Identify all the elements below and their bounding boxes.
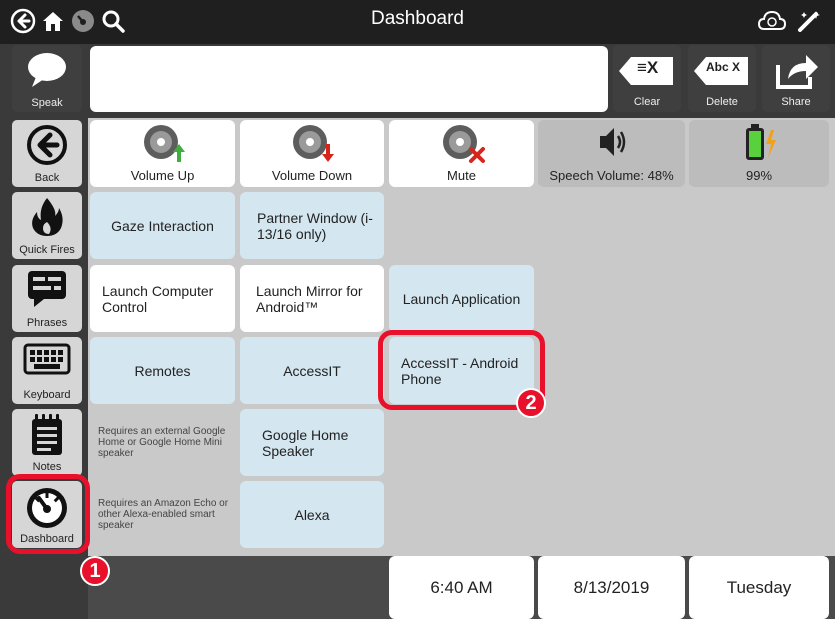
date-label: 8/13/2019 <box>573 577 650 597</box>
alexa-button[interactable]: Alexa <box>240 481 384 548</box>
launch-computer-control-button[interactable]: Launch Computer Control <box>90 265 235 332</box>
time-display[interactable]: 6:40 AM <box>389 556 534 619</box>
message-window[interactable] <box>90 46 608 112</box>
time-label: 6:40 AM <box>430 577 493 597</box>
speech-volume-label: Speech Volume: 48% <box>549 168 674 183</box>
step-badge-1: 1 <box>80 556 110 586</box>
battery-status: 99% <box>689 120 829 187</box>
flame-icon <box>32 198 63 236</box>
volume-up-label: Volume Up <box>130 168 195 183</box>
edit-wand-icon[interactable] <box>795 6 825 36</box>
day-display[interactable]: Tuesday <box>689 556 829 619</box>
launch-computer-control-label: Launch Computer Control <box>102 282 214 315</box>
notepad-icon <box>32 414 62 455</box>
remotes-label: Remotes <box>134 362 191 379</box>
mute-button[interactable]: Mute <box>389 120 534 187</box>
date-display[interactable]: 8/13/2019 <box>538 556 685 619</box>
sidebar-item-label: Back <box>34 172 60 184</box>
cloud-sync-icon[interactable] <box>757 6 787 36</box>
sidebar-item-keyboard[interactable]: Keyboard <box>12 337 82 404</box>
clear-icon-text: ≡X <box>637 58 659 77</box>
launch-mirror-label: Launch Mirror for Android™ <box>256 282 363 315</box>
share-label: Share <box>781 96 811 108</box>
share-button[interactable]: Share <box>762 45 830 112</box>
highlight-dashboard <box>6 474 90 554</box>
app-window: Dashboard Speak ≡X Clear Abc X Delete Sh… <box>0 0 835 619</box>
battery-label: 99% <box>745 168 773 183</box>
speech-bubble-icon <box>28 53 66 87</box>
speech-volume-button[interactable]: Speech Volume: 48% <box>538 120 685 187</box>
google-home-speaker-label: Google Home Speaker <box>262 426 349 459</box>
speaker-volume-up-icon <box>143 125 185 162</box>
back-arrow-icon <box>27 125 67 165</box>
keyboard-icon <box>23 343 71 375</box>
gaze-interaction-button[interactable]: Gaze Interaction <box>90 192 235 259</box>
alexa-note: Requires an Amazon Echo or other Alexa-e… <box>90 481 235 548</box>
mute-label: Mute <box>447 168 476 183</box>
volume-down-label: Volume Down <box>271 168 353 183</box>
sidebar-item-label: Keyboard <box>23 389 71 401</box>
sidebar-item-notes[interactable]: Notes <box>12 409 82 476</box>
clear-label: Clear <box>633 96 661 108</box>
sidebar-item-back[interactable]: Back <box>12 120 82 187</box>
speaker-mute-icon <box>442 125 485 163</box>
delete-label: Delete <box>706 96 738 108</box>
alexa-note-text: Requires an Amazon Echo or other Alexa-e… <box>98 498 229 531</box>
volume-up-button[interactable]: Volume Up <box>90 120 235 187</box>
alexa-label: Alexa <box>294 506 330 523</box>
delete-button[interactable]: Abc X Delete <box>688 45 756 112</box>
step-badge-2: 2 <box>516 388 546 418</box>
delete-icon-text: Abc X <box>706 60 741 74</box>
launch-application-label: Launch Application <box>402 290 521 307</box>
clear-button[interactable]: ≡X Clear <box>613 45 681 112</box>
volume-down-button[interactable]: Volume Down <box>240 120 384 187</box>
google-home-note-text: Requires an external Google Home or Goog… <box>98 426 226 459</box>
remotes-button[interactable]: Remotes <box>90 337 235 404</box>
launch-mirror-button[interactable]: Launch Mirror for Android™ <box>240 265 384 332</box>
google-home-note: Requires an external Google Home or Goog… <box>90 409 235 476</box>
gaze-interaction-label: Gaze Interaction <box>111 217 214 234</box>
chat-lines-icon <box>28 271 66 307</box>
sidebar-item-label: Quick Fires <box>19 244 75 256</box>
accessit-label: AccessIT <box>283 362 341 379</box>
battery-charging-icon <box>746 124 776 160</box>
share-icon <box>776 55 818 89</box>
partner-window-button[interactable]: Partner Window (i-13/16 only) <box>240 192 384 259</box>
top-bar: Dashboard <box>0 0 835 44</box>
page-title: Dashboard <box>371 8 464 29</box>
sidebar-item-phrases[interactable]: Phrases <box>12 265 82 332</box>
sidebar-item-label: Phrases <box>26 317 68 329</box>
accessit-button[interactable]: AccessIT <box>240 337 384 404</box>
speak-button[interactable]: Speak <box>12 45 82 112</box>
speak-label: Speak <box>31 97 63 109</box>
speaker-sound-icon <box>599 128 625 156</box>
launch-application-button[interactable]: Launch Application <box>389 265 534 332</box>
google-home-speaker-button[interactable]: Google Home Speaker <box>240 409 384 476</box>
speaker-volume-down-icon <box>293 125 334 162</box>
day-label: Tuesday <box>726 577 792 597</box>
sidebar-item-label: Notes <box>32 461 62 473</box>
sidebar-item-quick-fires[interactable]: Quick Fires <box>12 192 82 259</box>
partner-window-label: Partner Window (i-13/16 only) <box>257 209 373 242</box>
